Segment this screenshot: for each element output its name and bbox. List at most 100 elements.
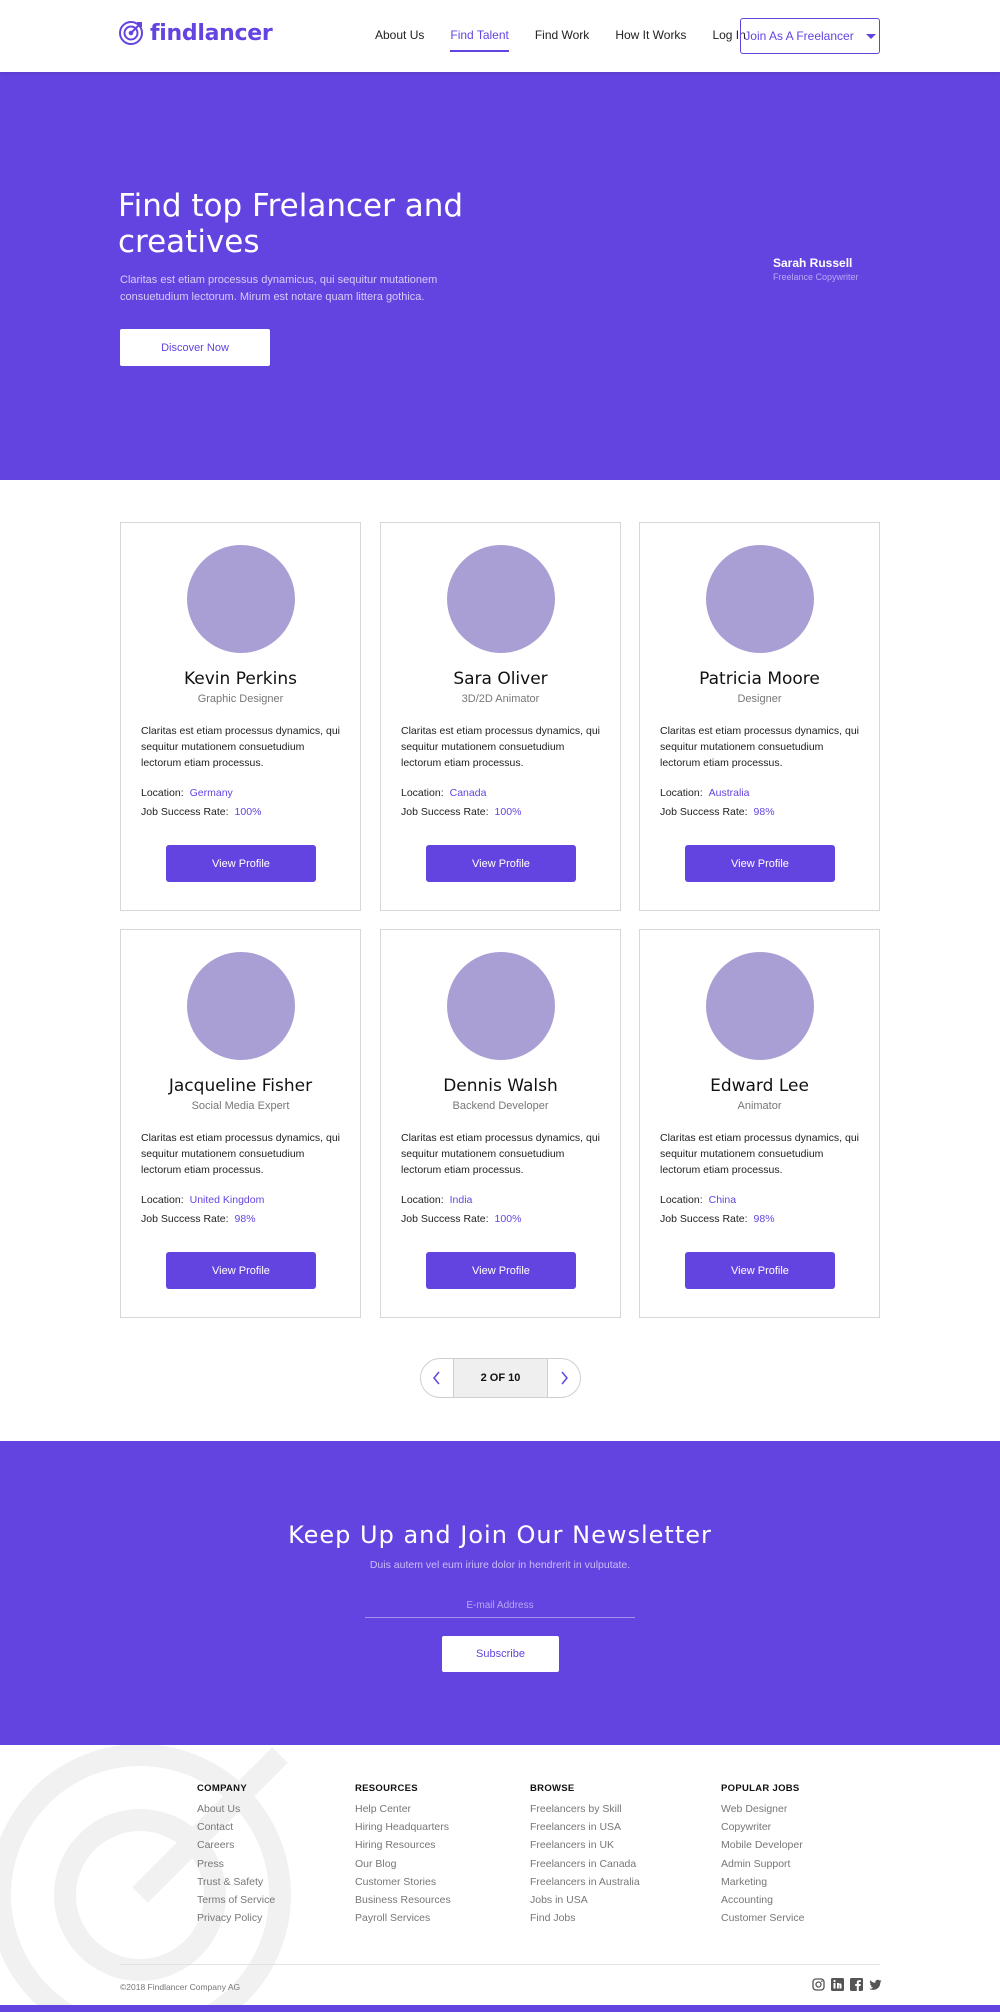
logo-text: findlancer xyxy=(150,20,273,46)
nav-find-talent[interactable]: Find Talent xyxy=(450,28,509,52)
footer-link[interactable]: Admin Support xyxy=(721,1855,804,1873)
instagram-icon[interactable] xyxy=(812,1978,825,1991)
twitter-icon[interactable] xyxy=(869,1978,882,1991)
freelancer-description: Claritas est etiam processus dynamics, q… xyxy=(401,725,600,769)
view-profile-button[interactable]: View Profile xyxy=(685,845,835,882)
chevron-left-icon xyxy=(433,1371,440,1385)
location-value[interactable]: China xyxy=(709,1194,736,1206)
view-profile-button[interactable]: View Profile xyxy=(685,1252,835,1289)
location-value[interactable]: India xyxy=(450,1194,473,1206)
freelancer-success-rate: Job Success Rate: 98% xyxy=(660,806,775,818)
rate-value: 98% xyxy=(753,1213,775,1225)
footer-link[interactable]: Web Designer xyxy=(721,1800,804,1818)
footer-heading: BROWSE xyxy=(530,1783,575,1794)
footer-link[interactable]: Terms of Service xyxy=(197,1891,275,1909)
freelancer-name: Sara Oliver xyxy=(453,669,548,689)
footer-divider xyxy=(120,1964,880,1965)
discover-now-button[interactable]: Discover Now xyxy=(120,329,270,366)
join-button-label: Join As A Freelancer xyxy=(744,29,854,43)
prev-page-button[interactable] xyxy=(421,1359,453,1397)
location-value[interactable]: Canada xyxy=(450,787,487,799)
view-profile-button[interactable]: View Profile xyxy=(426,1252,576,1289)
freelancer-name: Patricia Moore xyxy=(699,669,820,689)
facebook-icon[interactable] xyxy=(850,1978,863,1991)
freelancer-card: Jacqueline Fisher Social Media Expert Cl… xyxy=(120,929,361,1318)
footer-link[interactable]: Freelancers in USA xyxy=(530,1818,640,1836)
location-value[interactable]: United Kingdom xyxy=(190,1194,265,1206)
footer-link[interactable]: Mobile Developer xyxy=(721,1836,804,1854)
location-label: Location: xyxy=(660,1194,703,1206)
footer-link[interactable]: Contact xyxy=(197,1818,275,1836)
footer-column-popular-jobs: POPULAR JOBS Web Designer Copywriter Mob… xyxy=(721,1783,804,1927)
footer-link[interactable]: Our Blog xyxy=(355,1855,451,1873)
next-page-button[interactable] xyxy=(548,1359,580,1397)
footer-link[interactable]: Accounting xyxy=(721,1891,804,1909)
freelancer-success-rate: Job Success Rate: 100% xyxy=(401,806,521,818)
footer-link[interactable]: Business Resources xyxy=(355,1891,451,1909)
freelancer-card: Edward Lee Animator Claritas est etiam p… xyxy=(639,929,880,1318)
view-profile-button[interactable]: View Profile xyxy=(166,845,316,882)
bottom-accent-bar xyxy=(0,2005,1000,2012)
rate-label: Job Success Rate: xyxy=(660,1213,748,1225)
freelancer-title: Social Media Expert xyxy=(191,1100,290,1112)
footer-link[interactable]: Copywriter xyxy=(721,1818,804,1836)
view-profile-button[interactable]: View Profile xyxy=(426,845,576,882)
freelancer-title: Backend Developer xyxy=(452,1100,549,1112)
newsletter-subtitle: Duis autem vel eum iriure dolor in hendr… xyxy=(369,1559,631,1571)
nav-about-us[interactable]: About Us xyxy=(375,28,424,52)
view-profile-button[interactable]: View Profile xyxy=(166,1252,316,1289)
footer-link[interactable]: Hiring Resources xyxy=(355,1836,451,1854)
nav-find-work[interactable]: Find Work xyxy=(535,28,589,52)
rate-value: 98% xyxy=(234,1213,256,1225)
nav-how-it-works[interactable]: How It Works xyxy=(615,28,686,52)
freelancer-success-rate: Job Success Rate: 100% xyxy=(401,1213,521,1225)
freelancer-description: Claritas est etiam processus dynamics, q… xyxy=(141,725,340,769)
footer-link[interactable]: Careers xyxy=(197,1836,275,1854)
footer-link[interactable]: About Us xyxy=(197,1800,275,1818)
footer-link[interactable]: Help Center xyxy=(355,1800,451,1818)
rate-label: Job Success Rate: xyxy=(660,806,748,818)
footer-link[interactable]: Find Jobs xyxy=(530,1909,640,1927)
footer-link[interactable]: Payroll Services xyxy=(355,1909,451,1927)
rate-value: 100% xyxy=(494,1213,522,1225)
footer-heading: COMPANY xyxy=(197,1783,247,1794)
linkedin-icon[interactable] xyxy=(831,1978,844,1991)
freelancer-description: Claritas est etiam processus dynamics, q… xyxy=(660,1132,859,1176)
rate-label: Job Success Rate: xyxy=(401,806,489,818)
freelancer-card: Sara Oliver 3D/2D Animator Claritas est … xyxy=(380,522,621,911)
email-field[interactable] xyxy=(365,1594,635,1618)
main-nav: About Us Find Talent Find Work How It Wo… xyxy=(375,28,772,52)
footer-link[interactable]: Marketing xyxy=(721,1873,804,1891)
chevron-down-icon xyxy=(865,33,876,39)
footer-link[interactable]: Customer Stories xyxy=(355,1873,451,1891)
avatar xyxy=(706,952,814,1060)
pagination: 2 OF 10 xyxy=(420,1358,581,1398)
avatar xyxy=(447,952,555,1060)
freelancer-location: Location: India xyxy=(401,1194,472,1206)
footer-link[interactable]: Trust & Safety xyxy=(197,1873,275,1891)
location-value[interactable]: Germany xyxy=(190,787,233,799)
footer-link[interactable]: Hiring Headquarters xyxy=(355,1818,451,1836)
page-indicator: 2 OF 10 xyxy=(453,1359,548,1397)
footer-link[interactable]: Customer Service xyxy=(721,1909,804,1927)
logo[interactable]: findlancer xyxy=(118,20,273,46)
footer-link[interactable]: Freelancers by Skill xyxy=(530,1800,640,1818)
join-freelancer-button[interactable]: Join As A Freelancer xyxy=(740,18,880,54)
footer-link[interactable]: Privacy Policy xyxy=(197,1909,275,1927)
location-value[interactable]: Australia xyxy=(709,787,750,799)
footer-link[interactable]: Freelancers in UK xyxy=(530,1836,640,1854)
freelancer-card: Patricia Moore Designer Claritas est eti… xyxy=(639,522,880,911)
footer-link[interactable]: Freelancers in Canada xyxy=(530,1855,640,1873)
freelancer-name: Dennis Walsh xyxy=(443,1076,558,1096)
footer-link[interactable]: Press xyxy=(197,1855,275,1873)
rate-label: Job Success Rate: xyxy=(141,1213,229,1225)
freelancer-name: Kevin Perkins xyxy=(183,669,297,689)
copyright: ©2018 Findlancer Company AG xyxy=(120,1982,241,1992)
newsletter-section: Keep Up and Join Our Newsletter Duis aut… xyxy=(0,1441,1000,1745)
freelancer-success-rate: Job Success Rate: 100% xyxy=(141,806,261,818)
freelancer-description: Claritas est etiam processus dynamics, q… xyxy=(141,1132,340,1176)
freelancer-card: Dennis Walsh Backend Developer Claritas … xyxy=(380,929,621,1318)
footer-link[interactable]: Freelancers in Australia xyxy=(530,1873,640,1891)
subscribe-button[interactable]: Subscribe xyxy=(442,1636,559,1672)
footer-link[interactable]: Jobs in USA xyxy=(530,1891,640,1909)
